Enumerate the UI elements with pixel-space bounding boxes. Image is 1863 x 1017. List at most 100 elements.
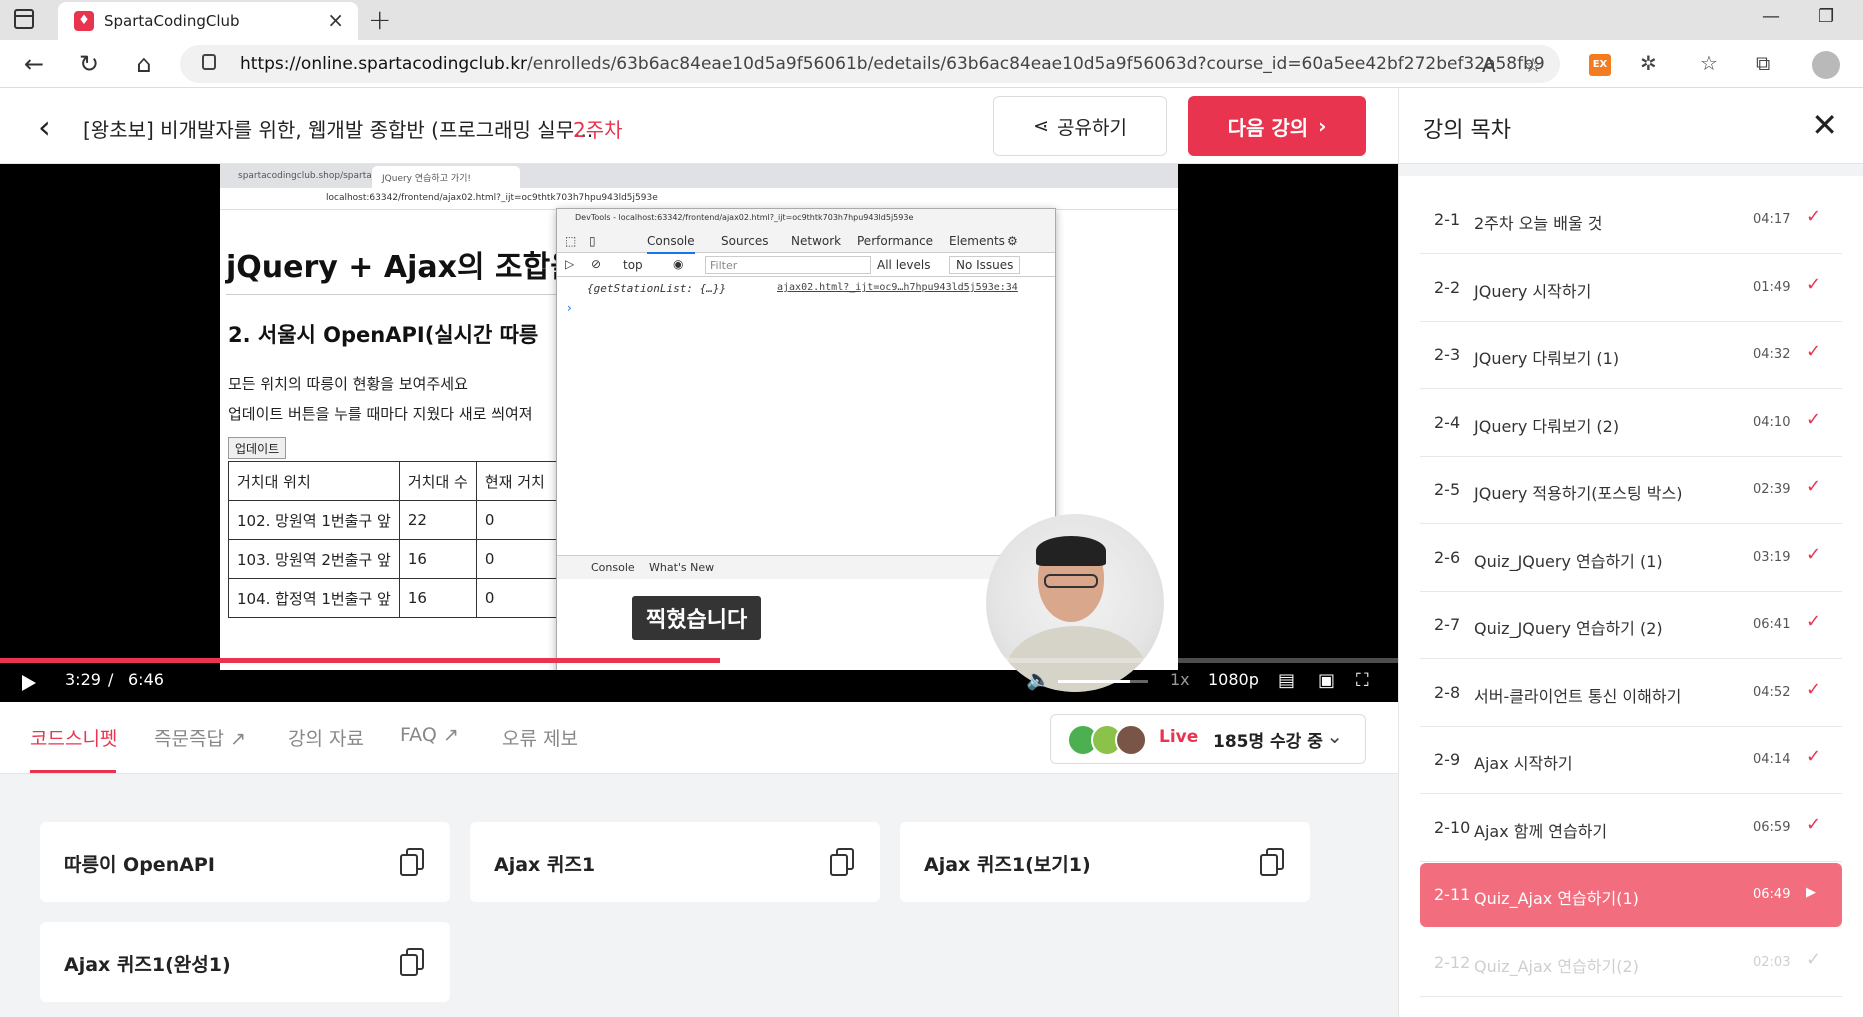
progress-played <box>0 658 720 663</box>
quality-button[interactable]: 1080p <box>1208 670 1259 689</box>
console-log-entry: {getStationList: {…}} <box>587 282 727 295</box>
devtools-tab: Sources <box>721 234 769 248</box>
toc-item[interactable]: 2-12 Quiz_Ajax 연습하기(2) 02:03 ✓ <box>1420 931 1842 997</box>
toc-item[interactable]: 2-6 Quiz_JQuery 연습하기 (1) 03:19 ✓ <box>1420 526 1842 592</box>
recorded-update-button: 업데이트 <box>228 437 287 459</box>
volume-level <box>1058 680 1130 683</box>
extensions-icon[interactable]: ✲ <box>1640 51 1657 75</box>
share-button[interactable]: ⋖ 공유하기 <box>993 96 1167 156</box>
toc-item[interactable]: 2-3 JQuery 다뤄보기 (1) 04:32 ✓ <box>1420 323 1842 389</box>
snippet-label: Ajax 퀴즈1(보기1) <box>924 854 1091 876</box>
issues-button: No Issues <box>949 256 1021 274</box>
tab-actions-icon[interactable] <box>14 9 34 29</box>
toc-item-duration: 06:59 <box>1753 819 1791 835</box>
speed-button[interactable]: 1x <box>1170 670 1190 689</box>
toc-item-duration: 06:41 <box>1753 617 1791 632</box>
play-icon[interactable] <box>22 675 36 691</box>
captions-icon[interactable]: ▤ <box>1278 670 1295 691</box>
sparta-logo-icon: ♦ <box>74 11 94 31</box>
tab-materials[interactable]: 강의 자료 <box>288 724 364 751</box>
devtools-tab: Elements <box>949 234 1005 248</box>
video-player[interactable]: spartacodingclub.shop/sparta_a... JQuery… <box>0 164 1398 702</box>
snippet-card[interactable]: Ajax 퀴즈1(완성1) <box>40 922 450 1002</box>
toc-item[interactable]: 2-11 Quiz_Ajax 연습하기(1) 06:49 ▶ <box>1420 863 1842 927</box>
sidebar-toggle-icon: ▷ <box>565 257 575 271</box>
live-viewers-dropdown[interactable]: Live 185명 수강 중 ⌄ <box>1050 714 1366 764</box>
drawer-tab: Console <box>591 561 635 574</box>
home-icon[interactable]: ⌂ <box>130 50 158 78</box>
copy-icon[interactable] <box>400 948 424 976</box>
copy-icon[interactable] <box>830 848 854 876</box>
current-time: 3:29 <box>65 670 101 689</box>
toc-item[interactable]: 2-8 서버-클라이언트 통신 이해하기 04:52 ✓ <box>1420 661 1842 727</box>
recorded-browser-tabs: spartacodingclub.shop/sparta_a... JQuery… <box>220 164 1178 188</box>
browser-toolbar: ← ↻ ⌂ https://online.spartacodingclub.kr… <box>0 40 1863 88</box>
snippet-card[interactable]: Ajax 퀴즈1(보기1) <box>900 822 1310 902</box>
favorites-icon[interactable]: ☆ <box>1700 51 1718 75</box>
tab-faq[interactable]: FAQ ↗ <box>400 724 459 746</box>
toc-item-title: Quiz_JQuery 연습하기 (1) <box>1474 551 1663 571</box>
live-avatars <box>1067 724 1149 756</box>
profile-avatar[interactable] <box>1812 51 1840 79</box>
close-tab-icon[interactable]: × <box>327 8 344 32</box>
back-arrow-icon[interactable]: ← <box>20 50 48 78</box>
add-favorite-icon[interactable]: ☆ <box>1524 53 1542 77</box>
minimize-icon[interactable]: — <box>1762 6 1780 27</box>
toc-item[interactable]: 2-10 Ajax 함께 연습하기 06:59 ✓ <box>1420 796 1842 862</box>
toc-item[interactable]: 2-7 Quiz_JQuery 연습하기 (2) 06:41 ✓ <box>1420 593 1842 659</box>
lecture-header: ‹ [왕초보] 비개발자를 위한, 웹개발 종합반 (프로그래밍 실무... 2… <box>0 88 1398 164</box>
toc-item[interactable]: 2-2 JQuery 시작하기 01:49 ✓ <box>1420 256 1842 322</box>
check-icon: ✓ <box>1806 678 1822 700</box>
extension-ex-icon[interactable]: EX <box>1589 54 1611 76</box>
video-progress-bar[interactable] <box>0 658 1398 663</box>
tab-report-error[interactable]: 오류 제보 <box>502 724 578 751</box>
console-log-source: ajax02.html?_ijt=oc9…h7hpu943ld5j593e:34 <box>777 282 1018 293</box>
next-lecture-button[interactable]: 다음 강의 › <box>1188 96 1366 156</box>
copy-icon[interactable] <box>400 848 424 876</box>
check-icon: ✓ <box>1806 476 1822 497</box>
volume-slider[interactable] <box>1058 680 1148 683</box>
toc-item-title: Ajax 함께 연습하기 <box>1474 821 1608 841</box>
course-title: [왕초보] 비개발자를 위한, 웹개발 종합반 (프로그래밍 실무... <box>83 118 594 142</box>
video-subtitle: 찍혔습니다 <box>632 596 762 640</box>
snippet-card[interactable]: 따릉이 OpenAPI <box>40 822 450 902</box>
volume-icon[interactable]: 🔈 <box>1026 667 1051 691</box>
code-snippets-panel: 따릉이 OpenAPI Ajax 퀴즈1 Ajax 퀴즈1(보기1) Ajax … <box>0 774 1398 1017</box>
table-cell: 22 <box>398 500 477 540</box>
toc-item[interactable]: 2-4 JQuery 다뤄보기 (2) 04:10 ✓ <box>1420 391 1842 457</box>
gear-icon: ⚙ <box>1007 234 1018 248</box>
toc-item-number: 2-11 <box>1434 885 1471 904</box>
snippet-label: Ajax 퀴즈1(완성1) <box>64 954 231 976</box>
chevron-down-icon: ⌄ <box>1326 724 1343 748</box>
new-tab-icon[interactable]: + <box>368 3 391 36</box>
toc-item[interactable]: 2-5 JQuery 적용하기(포스팅 박스) 02:39 ✓ <box>1420 458 1842 524</box>
fullscreen-icon[interactable]: ⛶ <box>1356 670 1369 691</box>
toc-item[interactable]: 2-9 Ajax 시작하기 04:14 ✓ <box>1420 728 1842 794</box>
url-text[interactable]: https://online.spartacodingclub.kr/enrol… <box>240 54 1545 74</box>
back-chevron-icon[interactable]: ‹ <box>38 108 51 146</box>
tab-qna[interactable]: 즉문즉답 ↗ <box>154 724 246 751</box>
read-aloud-icon[interactable]: A <box>1482 53 1496 77</box>
duration: 6:46 <box>128 670 164 689</box>
check-icon: ✓ <box>1806 948 1822 970</box>
collections-icon[interactable]: ⧉ <box>1756 51 1770 75</box>
toc-item-title: Ajax 시작하기 <box>1474 754 1573 773</box>
close-icon[interactable]: ✕ <box>1811 106 1838 144</box>
toc-item-duration: 06:49 <box>1753 887 1791 902</box>
toc-item-number: 2-7 <box>1434 615 1461 634</box>
tab-code-snippets[interactable]: 코드스니펫 <box>30 724 117 751</box>
time-separator: / <box>108 670 114 689</box>
toc-item[interactable]: 2-1 2주차 오늘 배울 것 04:17 ✓ <box>1420 188 1842 254</box>
filter-input: Filter <box>705 256 871 274</box>
restore-icon[interactable]: ❐ <box>1818 6 1834 27</box>
external-link-icon: ↗ <box>229 728 246 750</box>
reload-icon[interactable]: ↻ <box>75 50 103 78</box>
toc-item-title: Quiz_Ajax 연습하기(2) <box>1474 956 1639 976</box>
snippet-card[interactable]: Ajax 퀴즈1 <box>470 822 880 902</box>
copy-icon[interactable] <box>1260 848 1284 876</box>
browser-tab[interactable]: ♦ SpartaCodingClub × <box>58 2 358 40</box>
pip-icon[interactable]: ▣ <box>1318 670 1335 691</box>
toc-item-number: 2-8 <box>1434 682 1461 702</box>
address-bar[interactable]: https://online.spartacodingclub.kr/enrol… <box>180 45 1560 83</box>
snippet-label: 따릉이 OpenAPI <box>64 854 215 876</box>
